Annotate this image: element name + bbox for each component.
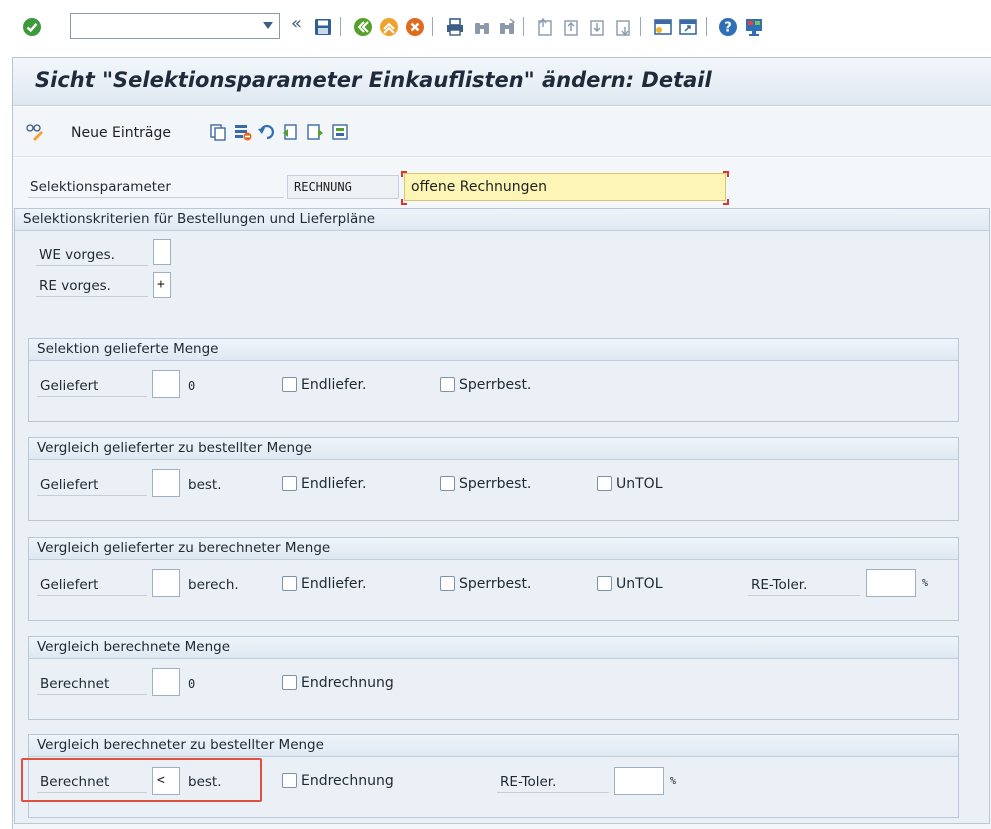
next-entry-icon[interactable] — [306, 123, 324, 141]
new-entries-button[interactable]: Neue Einträge — [71, 125, 171, 141]
final-invoice-label: Endrechnung — [301, 675, 394, 691]
required-marker — [723, 171, 729, 177]
group-title: Vergleich berechneter zu bestellter Meng… — [29, 735, 958, 757]
toolbar-separator — [523, 17, 524, 36]
comparison-text: best. — [188, 477, 222, 493]
toolbar-separator — [432, 17, 433, 36]
command-field[interactable] — [70, 13, 280, 39]
under-tolerance-checkbox[interactable] — [597, 576, 612, 591]
system-toolbar: « ? — [0, 0, 991, 50]
we-label: WE vorges. — [36, 244, 148, 266]
blocked-stock-label: Sperrbest. — [459, 476, 532, 492]
delivered-operator-input[interactable] — [152, 469, 180, 497]
exit-icon[interactable] — [379, 17, 399, 37]
prev-page-icon[interactable] — [561, 17, 581, 37]
final-delivery-label: Endliefer. — [301, 476, 367, 492]
final-invoice-checkbox[interactable] — [282, 773, 297, 788]
selparam-text-field[interactable]: offene Rechnungen — [404, 173, 726, 201]
we-input[interactable] — [153, 239, 171, 265]
required-marker — [723, 199, 729, 205]
page-title: Sicht "Selektionsparameter Einkauflisten… — [35, 68, 712, 92]
command-dropdown-icon[interactable] — [263, 22, 273, 29]
invoiced-value-text: 0 — [188, 677, 196, 691]
last-page-icon[interactable] — [613, 17, 633, 37]
percent-unit: % — [670, 776, 677, 787]
toolbar-separator — [340, 17, 341, 36]
delivered-operator-input[interactable] — [152, 569, 180, 597]
blocked-stock-checkbox[interactable] — [440, 377, 455, 392]
required-marker — [401, 199, 407, 205]
required-marker — [401, 171, 407, 177]
invoice-tolerance-input[interactable] — [614, 767, 664, 795]
final-delivery-checkbox[interactable] — [282, 576, 297, 591]
re-input[interactable]: + — [153, 272, 171, 298]
delete-icon[interactable] — [234, 123, 252, 141]
selparam-code-field: RECHNUNG — [287, 175, 399, 199]
final-invoice-label: Endrechnung — [301, 773, 394, 789]
next-page-icon[interactable] — [587, 17, 607, 37]
find-icon[interactable] — [472, 17, 492, 37]
help-icon[interactable]: ? — [718, 17, 738, 37]
final-invoice-checkbox[interactable] — [282, 675, 297, 690]
blocked-stock-label: Sperrbest. — [459, 576, 532, 592]
enter-icon[interactable] — [22, 17, 42, 37]
invoiced-label: Berechnet — [37, 673, 147, 695]
title-bar: Sicht "Selektionsparameter Einkauflisten… — [13, 58, 991, 106]
invoice-tolerance-input[interactable] — [866, 569, 916, 597]
previous-entry-icon[interactable] — [282, 123, 300, 141]
blocked-stock-checkbox[interactable] — [440, 476, 455, 491]
back-icon[interactable] — [353, 17, 373, 37]
undo-icon[interactable] — [258, 123, 276, 141]
blocked-stock-label: Sperrbest. — [459, 377, 532, 393]
comparison-text: berech. — [188, 577, 239, 593]
command-input[interactable] — [73, 16, 253, 36]
blocked-stock-checkbox[interactable] — [440, 576, 455, 591]
final-delivery-checkbox[interactable] — [282, 476, 297, 491]
selparam-label: Selektionsparameter — [28, 176, 284, 198]
invoiced-operator-input[interactable] — [152, 668, 180, 696]
collapse-icon[interactable]: « — [291, 13, 302, 34]
invoice-tolerance-label: RE-Toler. — [748, 574, 860, 596]
toolbar-separator — [640, 17, 641, 36]
save-icon[interactable] — [313, 17, 333, 37]
application-toolbar: Neue Einträge — [13, 107, 991, 157]
percent-unit: % — [922, 578, 929, 589]
delivered-operator-input[interactable] — [152, 370, 180, 398]
select-all-icon[interactable] — [331, 123, 349, 141]
invoice-tolerance-label: RE-Toler. — [497, 771, 609, 793]
under-tolerance-checkbox[interactable] — [597, 476, 612, 491]
group-title: Vergleich gelieferter zu bestellter Meng… — [29, 438, 958, 460]
customize-layout-icon[interactable] — [744, 17, 764, 37]
svg-text:?: ? — [724, 21, 732, 36]
first-page-icon[interactable] — [535, 17, 555, 37]
re-label: RE vorges. — [36, 275, 148, 297]
under-tolerance-label: UnTOL — [616, 576, 663, 592]
delivered-label: Geliefert — [37, 375, 147, 397]
toolbar-separator — [706, 17, 707, 36]
group-title: Vergleich gelieferter zu berechneter Men… — [29, 538, 958, 560]
delivered-value-text: 0 — [188, 379, 196, 393]
new-session-icon[interactable] — [653, 17, 673, 37]
under-tolerance-label: UnTOL — [616, 476, 663, 492]
copy-as-icon[interactable] — [209, 123, 227, 141]
delivered-label: Geliefert — [37, 574, 147, 596]
group-title: Selektionskriterien für Bestellungen und… — [15, 209, 989, 231]
cancel-icon[interactable] — [405, 17, 425, 37]
group-title: Selektion gelieferte Menge — [29, 339, 958, 361]
final-delivery-label: Endliefer. — [301, 576, 367, 592]
find-next-icon[interactable] — [497, 17, 517, 37]
highlight-box — [21, 758, 262, 802]
group-title: Vergleich berechnete Menge — [29, 637, 958, 659]
print-icon[interactable] — [445, 17, 465, 37]
final-delivery-checkbox[interactable] — [282, 377, 297, 392]
final-delivery-label: Endliefer. — [301, 377, 367, 393]
delivered-label: Geliefert — [37, 474, 147, 496]
change-display-icon[interactable] — [26, 123, 44, 141]
shortcut-icon[interactable] — [678, 17, 698, 37]
